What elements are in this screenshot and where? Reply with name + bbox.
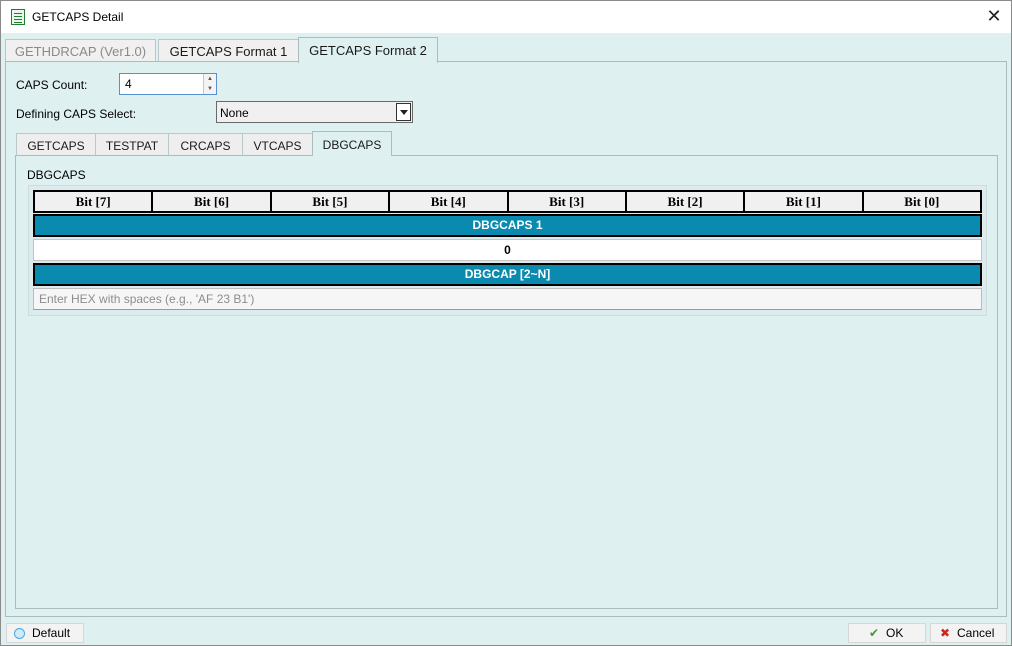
dbgcaps-1-header: DBGCAPS 1: [33, 214, 982, 237]
tab-crcaps[interactable]: CRCAPS: [168, 133, 243, 156]
tab-testpat[interactable]: TESTPAT: [95, 133, 169, 156]
caps-count-stepper[interactable]: 4 ▲ ▼: [119, 73, 217, 95]
bit-5-header: Bit [5]: [271, 190, 391, 213]
caps-count-label: CAPS Count:: [16, 78, 88, 92]
tab-getcaps[interactable]: GETCAPS: [16, 133, 96, 156]
tab-gethdrcap[interactable]: GETHDRCAP (Ver1.0): [5, 39, 156, 62]
defining-caps-label: Defining CAPS Select:: [16, 107, 137, 121]
bit-7-header: Bit [7]: [33, 190, 154, 213]
dbgcaps-group-label: DBGCAPS: [27, 168, 86, 182]
bit-1-header: Bit [1]: [745, 190, 864, 213]
window-title: GETCAPS Detail: [32, 10, 124, 24]
bit-3-header: Bit [3]: [508, 190, 627, 213]
bit-header-row: Bit [7] Bit [6] Bit [5] Bit [4] Bit [3] …: [33, 190, 982, 213]
tab-vtcaps[interactable]: VTCAPS: [242, 133, 313, 156]
stepper-buttons: ▲ ▼: [203, 74, 216, 94]
caps-count-value[interactable]: 4: [125, 77, 132, 91]
bit-4-header: Bit [4]: [390, 190, 509, 213]
default-label: Default: [32, 626, 71, 640]
tab-getcaps-format-2[interactable]: GETCAPS Format 2: [298, 37, 438, 63]
radio-icon: [14, 628, 25, 639]
tab-dbgcaps[interactable]: DBGCAPS: [312, 131, 392, 156]
defining-caps-value: None: [220, 106, 249, 120]
bit-6-header: Bit [6]: [153, 190, 272, 213]
default-button[interactable]: Default: [6, 623, 84, 643]
tab-getcaps-format-1[interactable]: GETCAPS Format 1: [158, 39, 299, 62]
stepper-up-icon[interactable]: ▲: [204, 74, 216, 84]
bit-2-header: Bit [2]: [626, 190, 746, 213]
chevron-down-icon[interactable]: [396, 103, 411, 121]
stepper-down-icon[interactable]: ▼: [204, 84, 216, 94]
document-icon: [11, 9, 25, 25]
bit-0-header: Bit [0]: [863, 190, 982, 213]
checkmark-icon: ✔: [869, 626, 880, 640]
title-bar: GETCAPS Detail ✕: [1, 1, 1011, 33]
cancel-label: Cancel: [957, 626, 995, 640]
close-icon[interactable]: ✕: [983, 5, 1005, 27]
getcaps-detail-window: GETCAPS Detail ✕ GETHDRCAP (Ver1.0) GETC…: [0, 0, 1012, 646]
dbgcap-2-n-header: DBGCAP [2~N]: [33, 263, 982, 286]
cancel-button[interactable]: ✖ Cancel: [930, 623, 1007, 643]
ok-button[interactable]: ✔ OK: [848, 623, 926, 643]
ok-label: OK: [886, 626, 904, 640]
x-mark-icon: ✖: [940, 626, 951, 640]
dbgcaps-1-value[interactable]: 0: [33, 239, 982, 261]
hex-input-field[interactable]: [33, 288, 982, 310]
defining-caps-select[interactable]: None: [216, 101, 413, 123]
